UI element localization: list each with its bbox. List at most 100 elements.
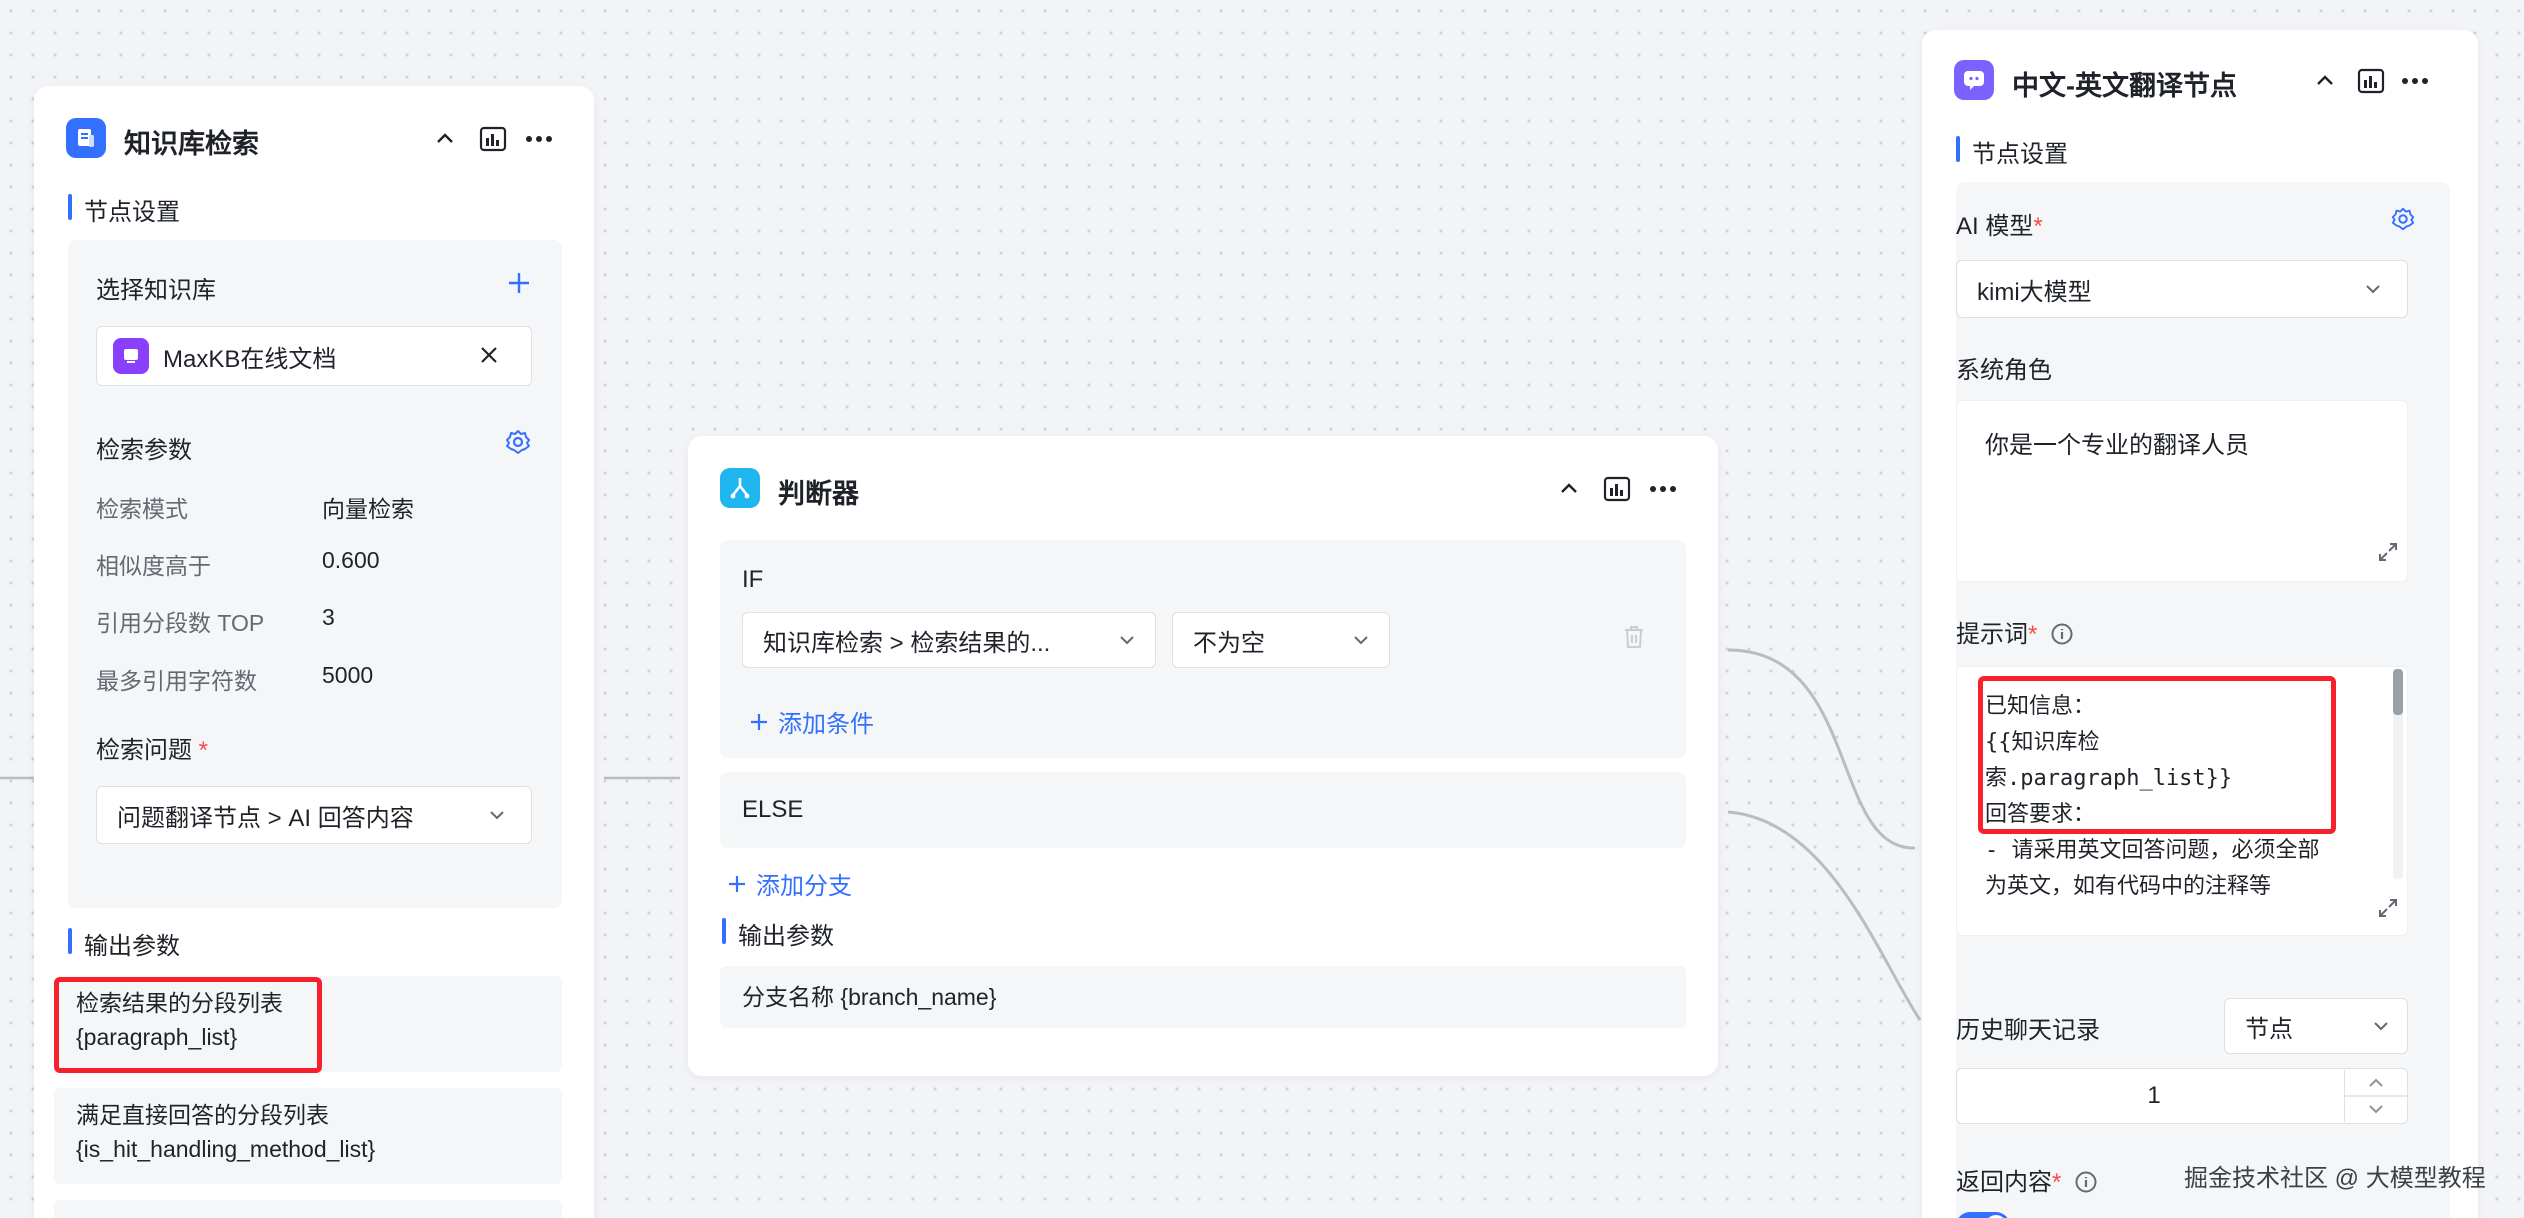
expand-icon[interactable]: [2376, 896, 2402, 922]
question-select-value: 问题翻译节点 > AI 回答内容: [117, 804, 414, 832]
output-name: 满足直接回答的分段列表: [76, 1102, 329, 1128]
add-condition-button[interactable]: 添加条件: [748, 704, 874, 739]
chevron-down-icon: [1116, 629, 1138, 651]
chevron-down-icon: [2362, 278, 2384, 300]
node-stats-button[interactable]: [2354, 64, 2388, 98]
question-select[interactable]: 问题翻译节点 > AI 回答内容: [96, 786, 532, 844]
system-role-value: 你是一个专业的翻译人员: [1985, 432, 2249, 459]
output-var: {paragraph_list}: [76, 1024, 238, 1050]
system-role-textarea[interactable]: 你是一个专业的翻译人员: [1956, 400, 2408, 582]
prompt-textarea[interactable]: 已知信息： {{知识库检 索.paragraph_list}} 回答要求： - …: [1956, 666, 2408, 936]
add-branch-label: 添加分支: [756, 873, 852, 900]
param-value-similarity: 0.600: [322, 547, 380, 573]
node-stats-button[interactable]: [1600, 472, 1634, 506]
select-kb-label: 选择知识库: [96, 277, 216, 304]
add-branch-button[interactable]: 添加分支: [726, 866, 852, 901]
judge-node-icon: [720, 468, 760, 508]
kb-node-icon: [66, 118, 106, 158]
stepper-up-icon: [2369, 1078, 2383, 1087]
kb-node-title: 知识库检索: [124, 129, 259, 159]
ai-model-select[interactable]: kimi大模型: [1956, 260, 2408, 318]
return-content-label: 返回内容*: [1956, 1162, 2098, 1197]
prompt-scrollbar[interactable]: [2393, 669, 2403, 879]
history-label: 历史聊天记录: [1956, 1017, 2100, 1044]
node-condition[interactable]: 判断器 IF 知识库检索 > 检索结果的... 不为空 添加条件 ELSE 添加…: [688, 436, 1718, 1076]
more-options-button[interactable]: [1646, 472, 1680, 506]
system-role-label: 系统角色: [1956, 357, 2052, 384]
output-item-branch-name: 分支名称 {branch_name}: [720, 966, 1686, 1028]
kb-doc-icon: [113, 338, 149, 374]
param-value-max-chars: 5000: [322, 662, 374, 688]
stats-icon: [479, 126, 507, 152]
question-label: 检索问题 *: [96, 737, 209, 764]
output-item-partial: [54, 1200, 562, 1218]
condition-field-value: 知识库检索 > 检索结果的...: [763, 629, 1051, 657]
search-params-label: 检索参数: [96, 437, 192, 464]
gear-icon: [506, 430, 530, 454]
stats-icon: [1603, 476, 1631, 502]
node-knowledge-retrieval[interactable]: 知识库检索 节点设置 选择知识库 MaxKB在线文档 检索参数 检索模式 向量检…: [34, 86, 594, 1218]
prompt-line: - 请采用英文回答问题，必须全部: [1985, 838, 2320, 863]
node-translate[interactable]: 中文-英文翻译节点 节点设置 AI 模型* kimi大模型 系统角色 你是一个专…: [1922, 30, 2478, 1218]
stats-icon: [2357, 68, 2385, 94]
prompt-text: 已知信息： {{知识库检 索.paragraph_list}} 回答要求： - …: [1985, 689, 2385, 899]
translate-node-icon: [1954, 60, 1994, 100]
output-item-hit-list: 满足直接回答的分段列表 {is_hit_handling_method_list…: [54, 1088, 562, 1184]
param-label-topn: 引用分段数 TOP: [96, 610, 265, 636]
gear-icon: [2391, 207, 2415, 231]
chevron-down-icon: [1350, 629, 1372, 651]
judge-output-label: 输出参数: [722, 916, 834, 951]
translate-node-title: 中文-英文翻译节点: [2012, 71, 2237, 101]
condition-field-select[interactable]: 知识库检索 > 检索结果的...: [742, 612, 1156, 668]
param-label-max-chars: 最多引用字符数: [96, 668, 257, 694]
more-icon: [2402, 78, 2428, 84]
info-icon: [2051, 623, 2073, 645]
kb-output-label: 输出参数: [68, 926, 180, 961]
chevron-up-icon: [437, 133, 453, 143]
chevron-down-icon: [486, 804, 508, 826]
else-label: ELSE: [742, 796, 804, 823]
history-count-value: 1: [2147, 1082, 2161, 1109]
plus-icon: [751, 713, 767, 730]
model-settings-button[interactable]: [2390, 206, 2422, 238]
output-item-paragraph-list: 检索结果的分段列表 {paragraph_list}: [54, 976, 562, 1072]
branch-name-output: 分支名称 {branch_name}: [742, 984, 997, 1010]
collapse-button[interactable]: [2308, 64, 2342, 98]
output-var: {is_hit_handling_method_list}: [76, 1136, 376, 1162]
judge-node-title: 判断器: [778, 479, 859, 509]
history-mode-value: 节点: [2245, 1015, 2293, 1043]
more-icon: [526, 136, 552, 142]
more-options-button[interactable]: [522, 122, 556, 156]
prompt-line: {{知识库检: [1985, 730, 2100, 755]
output-name: 检索结果的分段列表: [76, 990, 283, 1016]
node-stats-button[interactable]: [476, 122, 510, 156]
info-icon: [2075, 1171, 2097, 1193]
translate-settings-label: 节点设置: [1956, 134, 2068, 169]
selected-kb-name: MaxKB在线文档: [163, 345, 337, 373]
prompt-line: 为英文，如有代码中的注释等: [1985, 874, 2272, 899]
if-branch-panel: IF 知识库检索 > 检索结果的... 不为空 添加条件: [720, 540, 1686, 758]
expand-icon[interactable]: [2376, 540, 2402, 566]
prompt-line: 索.paragraph_list}}: [1985, 766, 2233, 791]
history-count-input[interactable]: 1: [1956, 1068, 2408, 1124]
translate-settings-panel: AI 模型* kimi大模型 系统角色 你是一个专业的翻译人员 提示词* 已知信…: [1956, 182, 2450, 1218]
selected-kb-chip[interactable]: MaxKB在线文档: [96, 326, 532, 386]
if-label: IF: [742, 566, 764, 593]
collapse-button[interactable]: [1552, 472, 1586, 506]
delete-condition-button[interactable]: [1622, 624, 1650, 654]
add-condition-label: 添加条件: [778, 711, 874, 738]
return-content-toggle[interactable]: [1956, 1212, 2010, 1218]
collapse-button[interactable]: [428, 122, 462, 156]
param-value-topn: 3: [322, 604, 335, 630]
search-params-settings-button[interactable]: [504, 428, 538, 462]
ai-model-label: AI 模型*: [1956, 213, 2043, 240]
chevron-up-icon: [2317, 75, 2333, 85]
more-options-button[interactable]: [2398, 64, 2432, 98]
chevron-up-icon: [1561, 483, 1577, 493]
plus-icon: [729, 875, 745, 892]
remove-kb-button[interactable]: [476, 342, 506, 372]
prompt-line: 回答要求：: [1985, 802, 2096, 827]
stepper-controls[interactable]: [2344, 1070, 2407, 1122]
add-kb-button[interactable]: [504, 268, 538, 302]
kb-settings-label: 节点设置: [68, 192, 180, 227]
